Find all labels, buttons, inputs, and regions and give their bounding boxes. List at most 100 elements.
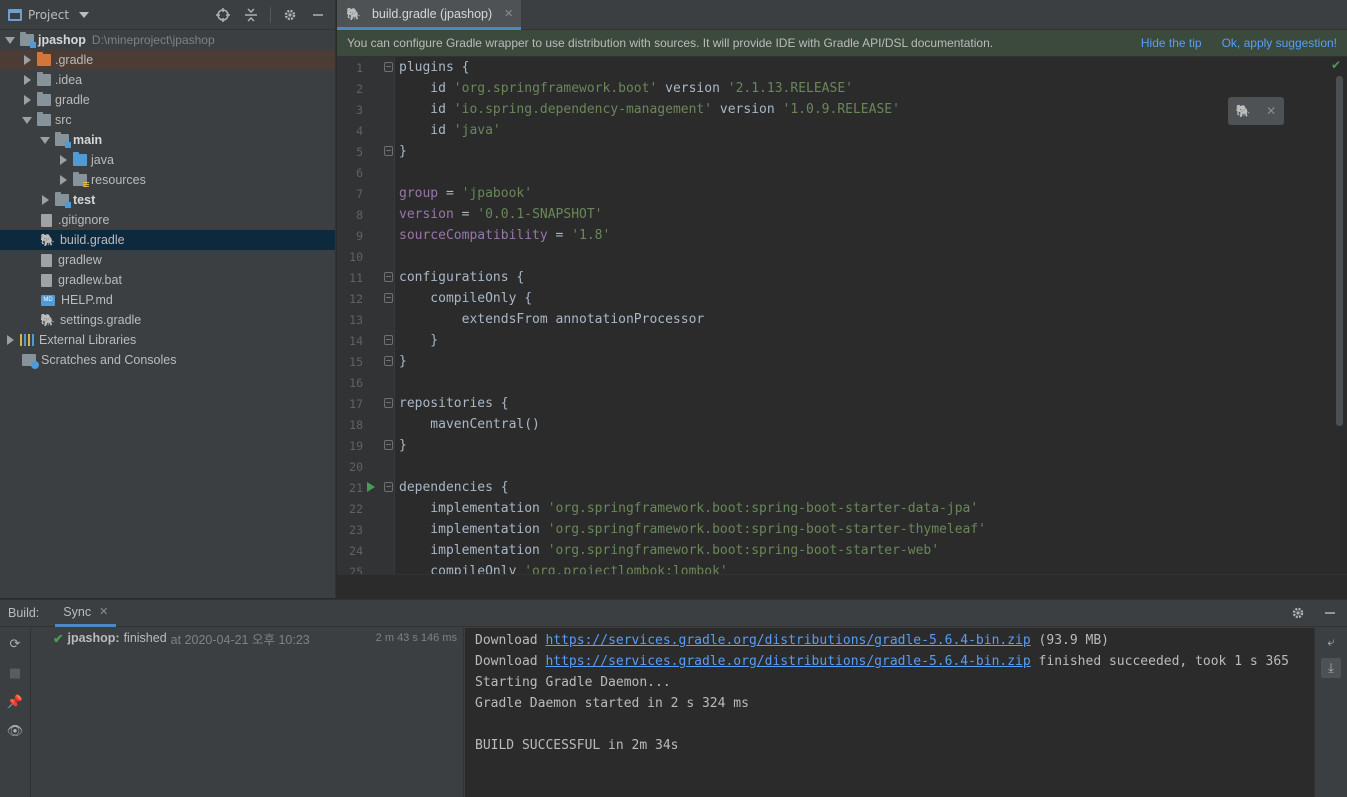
expanded-arrow-icon[interactable] (40, 136, 50, 144)
soft-wrap-icon[interactable]: ⤶ (1321, 632, 1341, 652)
code-line: 14 } (337, 330, 1347, 351)
line-number: 14 (349, 333, 363, 348)
line-number: 20 (349, 459, 363, 474)
close-icon[interactable]: ✕ (1266, 104, 1276, 118)
line-number: 18 (349, 417, 363, 432)
collapse-all-icon[interactable] (242, 6, 260, 24)
locate-icon[interactable] (214, 6, 232, 24)
fold-icon[interactable] (384, 482, 393, 492)
code-line: 9 sourceCompatibility = '1.8' (337, 225, 1347, 246)
expanded-arrow-icon[interactable] (22, 116, 32, 124)
tree-item-scratches[interactable]: Scratches and Consoles (0, 350, 335, 370)
analysis-ok-icon[interactable]: ✔ (1331, 58, 1341, 72)
tree-item-gradlew[interactable]: gradlew (0, 250, 335, 270)
folder-icon (37, 92, 51, 106)
build-console[interactable]: Download https://services.gradle.org/dis… (465, 628, 1314, 797)
collapsed-arrow-icon[interactable] (41, 195, 49, 205)
minimize-icon[interactable] (1321, 604, 1339, 622)
tree-item-src[interactable]: src (0, 110, 335, 130)
download-link[interactable]: https://services.gradle.org/distribution… (545, 633, 1030, 648)
tree-item-main[interactable]: main (0, 130, 335, 150)
tree-item-gradle-cache[interactable]: .gradle (0, 50, 335, 70)
stop-icon[interactable]: ■ (5, 663, 25, 683)
line-number: 3 (356, 102, 363, 117)
tree-item-jpashop[interactable]: jpashop D:\mineproject\jpashop (0, 30, 335, 50)
code-line: 6 (337, 162, 1347, 183)
project-view-selector[interactable]: Project (8, 8, 90, 22)
build-duration: 2 m 43 s 146 ms (375, 632, 457, 644)
pin-icon[interactable]: 📌 (5, 692, 25, 712)
scroll-to-end-icon[interactable]: ⤓ (1321, 658, 1341, 678)
tree-item-label: gradle (55, 93, 90, 107)
build-result-row[interactable]: ✔ jpashop: finished at 2020-04-21 오후 10:… (31, 628, 463, 648)
tree-item-label: gradlew.bat (58, 273, 122, 287)
horizontal-scrollbar[interactable] (337, 574, 1347, 598)
collapsed-arrow-icon[interactable] (6, 335, 14, 345)
project-panel-header: Project (0, 0, 335, 30)
close-icon[interactable]: ✕ (504, 7, 513, 20)
tree-item-java[interactable]: java (0, 150, 335, 170)
refresh-icon[interactable]: ⟳ (5, 634, 25, 654)
collapsed-arrow-icon[interactable] (59, 155, 67, 165)
expanded-arrow-icon[interactable] (5, 36, 15, 44)
minimize-icon[interactable] (309, 6, 327, 24)
fold-icon[interactable] (384, 62, 393, 72)
gradle-refresh-icon[interactable]: 🐘 (1236, 104, 1251, 118)
build-toolbar: ⟳ ■ 📌 👁 (0, 628, 31, 797)
tree-item-label: java (91, 153, 114, 167)
tab-build-gradle[interactable]: 🐘 build.gradle (jpashop) ✕ (337, 0, 522, 30)
run-gutter-icon[interactable] (367, 482, 375, 492)
download-link[interactable]: https://services.gradle.org/distribution… (545, 654, 1030, 669)
fold-icon[interactable] (384, 335, 393, 345)
tree-item-build-gradle[interactable]: 🐘 build.gradle (0, 230, 335, 250)
tree-item-idea[interactable]: .idea (0, 70, 335, 90)
fold-icon[interactable] (384, 398, 393, 408)
console-line: Starting Gradle Daemon... (475, 675, 671, 690)
code-line: 3 id 'io.spring.dependency-management' v… (337, 99, 1347, 120)
tab-label: Sync (63, 604, 92, 619)
apply-suggestion-link[interactable]: Ok, apply suggestion! (1222, 36, 1337, 50)
eye-icon[interactable]: 👁 (5, 721, 25, 741)
fold-icon[interactable] (384, 272, 393, 282)
tree-item-test[interactable]: test (0, 190, 335, 210)
tree-item-help-md[interactable]: MD HELP.md (0, 290, 335, 310)
folder-icon (37, 72, 51, 86)
fold-icon[interactable] (384, 356, 393, 366)
success-check-icon: ✔ (53, 631, 64, 646)
tree-item-gradlew-bat[interactable]: gradlew.bat (0, 270, 335, 290)
code-line: 23 implementation 'org.springframework.b… (337, 519, 1347, 540)
code-line: 24 implementation 'org.springframework.b… (337, 540, 1347, 561)
collapsed-arrow-icon[interactable] (59, 175, 67, 185)
code-line: 8 version = '0.0.1-SNAPSHOT' (337, 204, 1347, 225)
gear-icon[interactable] (1289, 604, 1307, 622)
hide-tip-link[interactable]: Hide the tip (1141, 36, 1202, 50)
close-icon[interactable]: ✕ (99, 605, 108, 618)
collapsed-arrow-icon[interactable] (23, 55, 31, 65)
tree-item-settings-gradle[interactable]: 🐘 settings.gradle (0, 310, 335, 330)
tab-sync[interactable]: Sync ✕ (55, 600, 117, 627)
fold-icon[interactable] (384, 146, 393, 156)
fold-icon[interactable] (384, 440, 393, 450)
collapsed-arrow-icon[interactable] (23, 95, 31, 105)
code-line: 4 id 'java' (337, 120, 1347, 141)
tree-item-label: .idea (55, 73, 83, 87)
line-number: 25 (349, 564, 363, 575)
source-root-folder-icon (55, 132, 71, 148)
tree-item-gradle[interactable]: gradle (0, 90, 335, 110)
libraries-icon (20, 334, 34, 346)
tree-item-gitignore[interactable]: .gitignore (0, 210, 335, 230)
console-toolbar: ⤶ ⤓ (1314, 628, 1347, 797)
collapsed-arrow-icon[interactable] (23, 75, 31, 85)
tree-item-external-libraries[interactable]: External Libraries (0, 330, 335, 350)
tree-item-resources[interactable]: resources (0, 170, 335, 190)
gear-icon[interactable] (281, 6, 299, 24)
tree-item-label: jpashop (38, 33, 86, 47)
editor-tabs: 🐘 build.gradle (jpashop) ✕ (337, 0, 1347, 30)
code-line: 15} (337, 351, 1347, 372)
build-timestamp: at 2020-04-21 오후 10:23 (170, 632, 310, 647)
fold-icon[interactable] (384, 293, 393, 303)
vertical-scrollbar[interactable] (1336, 76, 1343, 426)
code-line: 21 dependencies { (337, 477, 1347, 498)
tab-label: build.gradle (jpashop) (371, 6, 493, 21)
code-editor[interactable]: 1 plugins { 2 id 'org.springframework.boo… (337, 57, 1347, 574)
